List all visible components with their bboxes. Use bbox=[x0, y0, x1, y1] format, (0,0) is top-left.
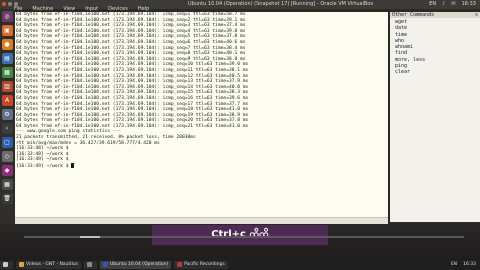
desktop-icon bbox=[3, 262, 8, 267]
task-recordings[interactable]: Pacific Recordings bbox=[174, 260, 228, 269]
list-item: clear bbox=[395, 69, 411, 76]
mail-icon[interactable]: ✉ bbox=[451, 0, 455, 9]
task-virtualbox[interactable]: Ubuntu 10.04 (Operation) bbox=[99, 260, 172, 269]
calc-icon[interactable]: ▦ bbox=[1, 67, 13, 78]
other-commands-panel: Other Commands x wget date time who whoa… bbox=[390, 12, 480, 222]
task-unnamed[interactable] bbox=[83, 260, 97, 269]
caption-banner: Ctrl+c ထိထိ bbox=[152, 225, 328, 245]
firefox-icon[interactable]: ● bbox=[1, 39, 13, 50]
workspace-icon[interactable]: ▦ bbox=[1, 179, 13, 190]
close-icon[interactable]: x bbox=[475, 12, 478, 18]
settings-icon[interactable]: ⚙ bbox=[1, 109, 13, 120]
virtualbox-icon bbox=[102, 262, 108, 267]
taskbar: Videos - GNT - Nautilus Ubuntu 10.04 (Op… bbox=[0, 259, 480, 270]
terminal-cursor bbox=[71, 163, 75, 169]
terminal-status-strip bbox=[15, 217, 388, 224]
folder-icon bbox=[19, 262, 24, 267]
terminal-prompt-line[interactable]: [16:33:49] ~/work $ bbox=[15, 163, 388, 170]
window-title: Ubuntu 10.04 (Operation) (Snapshot 17) [… bbox=[188, 1, 374, 7]
keyboard-layout[interactable]: EN bbox=[451, 262, 457, 267]
terminal-icon[interactable]: › bbox=[1, 123, 13, 134]
sound-icon[interactable]: ♪ bbox=[442, 0, 445, 9]
task-nautilus[interactable]: Videos - GNT - Nautilus bbox=[16, 260, 81, 269]
trash-icon[interactable]: 🗑 bbox=[1, 193, 13, 204]
terminal-output[interactable]: 64 bytes from ef-in-f104.1e100.net (173.… bbox=[15, 12, 388, 217]
scrollbar-thumb[interactable] bbox=[80, 236, 100, 238]
launcher: ◎ ▣ ● ▤ ▦ ▥ A ⚙ › ▢ ◇ ◆ ▦ 🗑 bbox=[0, 9, 14, 260]
software-center-icon[interactable]: A bbox=[1, 95, 13, 106]
writer-icon[interactable]: ▤ bbox=[1, 53, 13, 64]
keyboard-indicator[interactable]: EN bbox=[429, 0, 436, 9]
app-icon[interactable]: ◇ bbox=[1, 151, 13, 162]
files-icon[interactable]: ▣ bbox=[1, 25, 13, 36]
command-list: wget date time who whoami find more, les… bbox=[390, 19, 480, 76]
close-window-icon[interactable] bbox=[2, 2, 6, 6]
recorder-icon bbox=[177, 262, 183, 267]
top-status-area: EN ♪ ✉ 16:33 bbox=[429, 0, 476, 9]
horizontal-scrollbar[interactable] bbox=[24, 236, 464, 238]
system-tray: EN 16:33 bbox=[451, 262, 480, 267]
impress-icon[interactable]: ▥ bbox=[1, 81, 13, 92]
window-icon bbox=[86, 262, 92, 267]
app-icon-2[interactable]: ◆ bbox=[1, 165, 13, 176]
show-desktop-button[interactable] bbox=[0, 260, 13, 269]
minimize-window-icon[interactable] bbox=[8, 2, 12, 6]
panel-title: Other Commands bbox=[390, 12, 480, 18]
tray-clock[interactable]: 16:33 bbox=[463, 262, 476, 267]
terminal-prompt: [16:33:49] ~/work $ bbox=[16, 164, 69, 170]
virtualbox-icon[interactable]: ▢ bbox=[1, 137, 13, 148]
dash-icon[interactable]: ◎ bbox=[1, 11, 13, 22]
clock[interactable]: 16:33 bbox=[462, 0, 476, 9]
